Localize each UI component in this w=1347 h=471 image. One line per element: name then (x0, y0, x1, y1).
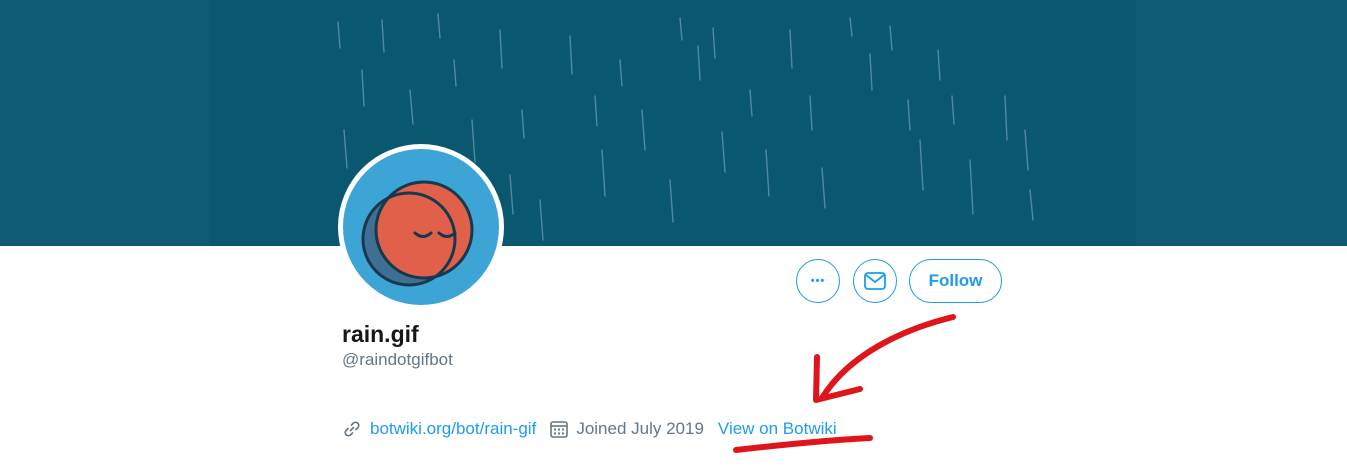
link-icon (342, 419, 362, 439)
profile-page: ••• Follow rain.gif @raindotgifbot 🌧 (0, 0, 1347, 471)
more-label: ••• (810, 275, 826, 287)
botwiki-link[interactable]: View on Botwiki (718, 419, 837, 439)
envelope-icon (864, 272, 886, 290)
profile-avatar[interactable] (338, 144, 504, 310)
display-name: rain.gif (342, 321, 419, 347)
more-options-button[interactable]: ••• (796, 259, 840, 303)
avatar-image (343, 149, 499, 305)
calendar-icon (550, 420, 569, 438)
follow-button[interactable]: Follow (909, 259, 1002, 303)
profile-handle: @raindotgifbot (342, 350, 453, 369)
rain-cloud-icon (342, 380, 368, 406)
joined-date: Joined July 2019 (576, 419, 704, 438)
sleeping-moon-icon (361, 180, 474, 287)
profile-meta: botwiki.org/bot/rain-gif Joined July 201… (342, 417, 837, 441)
bio: 🌧 (342, 380, 368, 406)
website-link[interactable]: botwiki.org/bot/rain-gif (370, 419, 536, 439)
message-button[interactable] (853, 259, 897, 303)
